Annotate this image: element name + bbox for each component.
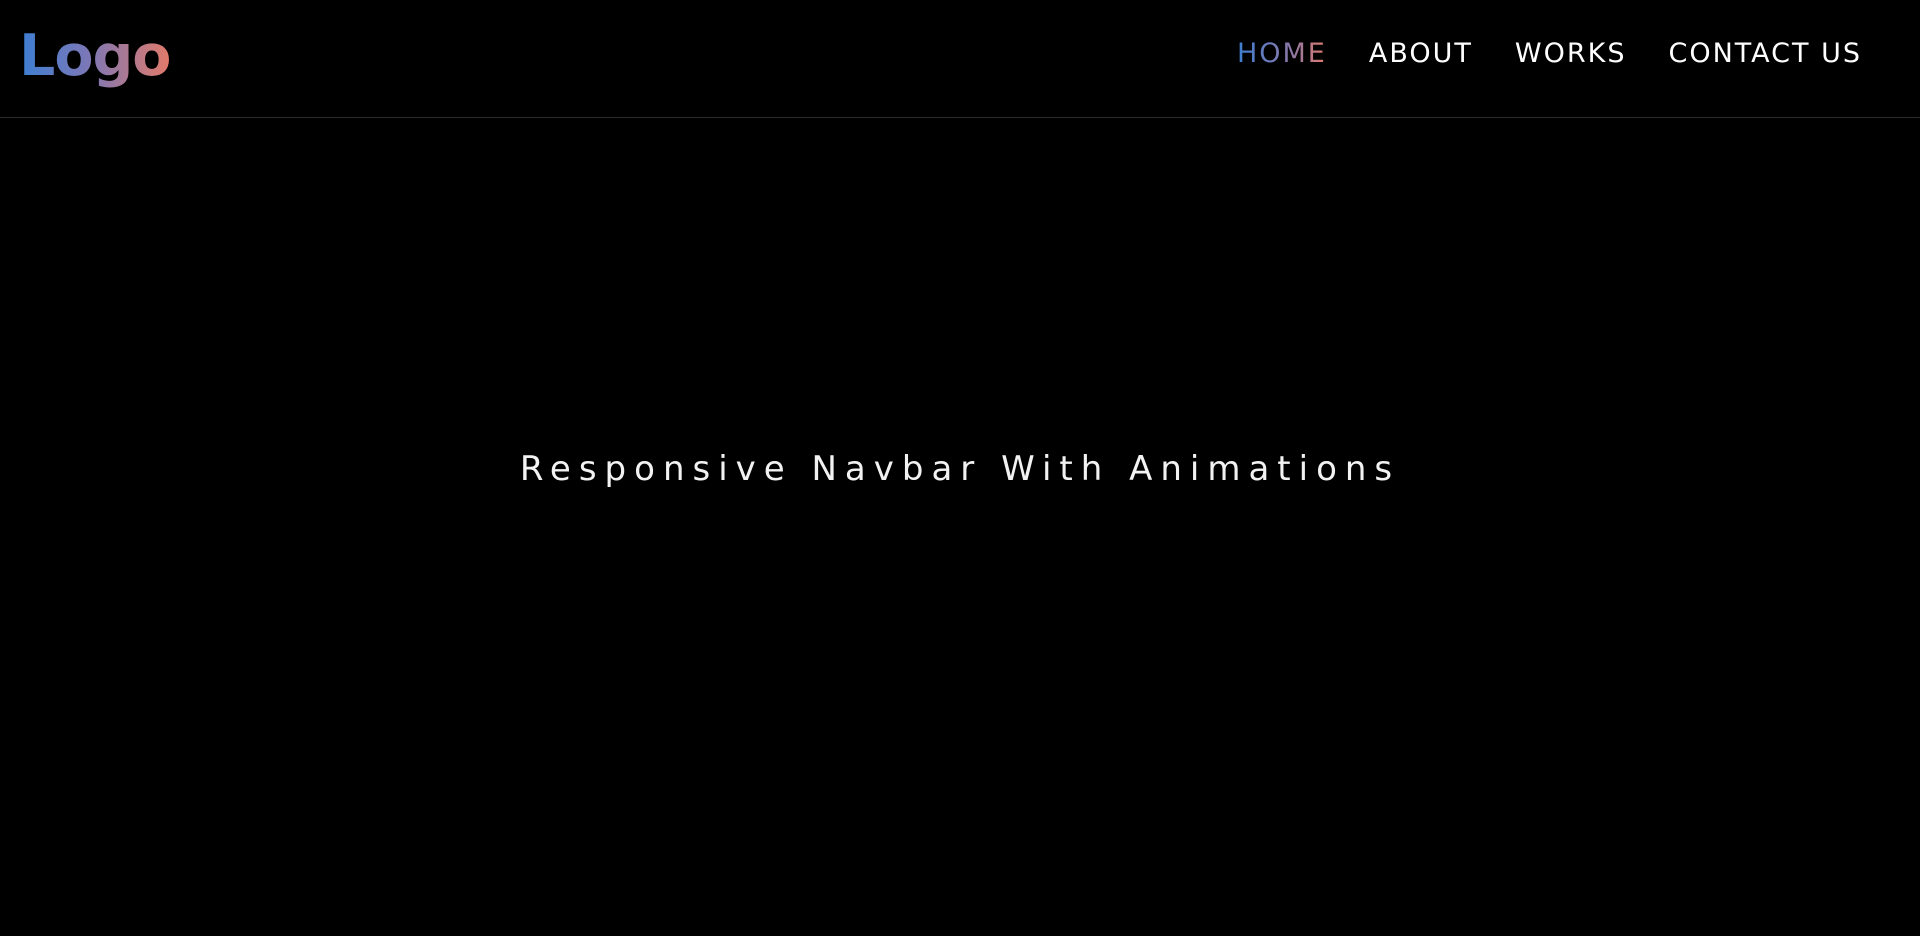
nav-link-contact-us[interactable]: CONTACT US [1668, 36, 1862, 72]
hero-title: Responsive Navbar With Animations [519, 449, 1401, 489]
logo[interactable]: Logo [19, 16, 171, 96]
nav-link-about[interactable]: ABOUT [1369, 36, 1473, 72]
navbar: Logo HOME ABOUT WORKS CONTACT US [0, 0, 1920, 118]
nav-link-home[interactable]: HOME [1237, 36, 1327, 72]
nav-links: HOME ABOUT WORKS CONTACT US [1195, 36, 1862, 72]
nav-link-works[interactable]: WORKS [1515, 36, 1627, 72]
